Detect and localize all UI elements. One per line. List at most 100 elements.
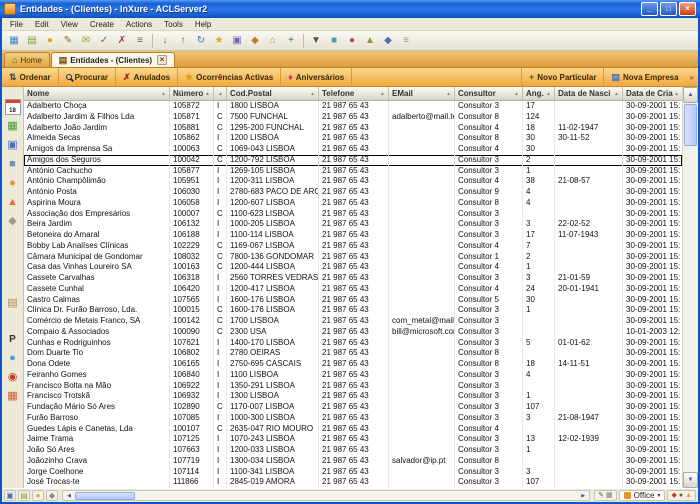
column-header-0[interactable]: Nome▲: [24, 87, 170, 100]
toolbar-icon-9[interactable]: ↓: [157, 33, 173, 49]
sidebar-icon-11[interactable]: ◉: [5, 369, 21, 385]
toolbar-icon-18[interactable]: ■: [326, 33, 342, 49]
table-row[interactable]: Amigos dos Seguros100042C1200-792 LISBOA…: [24, 155, 682, 166]
table-row[interactable]: Almeida Secas105862I1200 LISBOA21 987 65…: [24, 133, 682, 144]
status-group2-icon-2[interactable]: ●: [679, 492, 683, 499]
sidebar-icon-2[interactable]: ▦: [5, 118, 21, 134]
scrollbar-thumb[interactable]: [684, 104, 697, 146]
menu-help[interactable]: Help: [189, 19, 217, 30]
ordenar-button[interactable]: ⇅Ordenar: [2, 68, 59, 86]
menu-create[interactable]: Create: [84, 19, 120, 30]
toolbar-icon-1[interactable]: ▦: [6, 33, 22, 49]
toolbar-icon-5[interactable]: ✉: [78, 33, 94, 49]
table-row[interactable]: Amigos da Imprensa Sa100063C1069-043 LIS…: [24, 144, 682, 155]
office-dropdown[interactable]: Office ▾: [619, 490, 666, 501]
table-row[interactable]: Castro Calmas107565I1600-176 LISBOA21 98…: [24, 295, 682, 306]
table-row[interactable]: António Champôlimão105951I1200-311 LISBO…: [24, 176, 682, 187]
toolbar-icon-6[interactable]: ✓: [96, 33, 112, 49]
column-header-5[interactable]: EMail▲: [389, 87, 455, 100]
tab-close-icon[interactable]: ×: [157, 55, 167, 65]
table-row[interactable]: Beira Jardim106132I1000-205 LISBOA21 987…: [24, 219, 682, 230]
status-icon-3[interactable]: ●: [32, 490, 44, 501]
tab-entidades-clientes[interactable]: ▤Entidades - (Clientes)×: [51, 52, 175, 67]
menu-file[interactable]: File: [4, 19, 29, 30]
sidebar-icon-5[interactable]: ●: [5, 175, 21, 191]
nova-empresa-button[interactable]: ▤Nova Empresa: [603, 68, 685, 86]
horizontal-scrollbar[interactable]: ◀ ▶: [62, 490, 590, 501]
table-row[interactable]: Joãozinho Crava107719I1300-034 LISBOA21 …: [24, 456, 682, 467]
toolbar-icon-2[interactable]: ▤: [24, 33, 40, 49]
table-row[interactable]: Guedes Lápis e Canetas, Lda100107C2635-0…: [24, 424, 682, 435]
table-row[interactable]: Fundação Mário Só Ares102890C1170-007 LI…: [24, 402, 682, 413]
sidebar-icon-8[interactable]: ▤: [5, 295, 21, 311]
sidebar-icon-12[interactable]: ▦: [5, 388, 21, 404]
toolbar-icon-21[interactable]: ◆: [380, 33, 396, 49]
table-row[interactable]: Clínica Dr. Furão Barroso, Lda.100015C16…: [24, 305, 682, 316]
column-header-2[interactable]: T▲: [214, 87, 227, 100]
table-row[interactable]: Francisco Bolta na Mão106922I1350-291 LI…: [24, 381, 682, 392]
scroll-down-icon[interactable]: ▼: [683, 472, 698, 488]
vertical-scrollbar[interactable]: ▲ ▼: [682, 87, 698, 488]
table-row[interactable]: Aspirina Moura106058I1200-607 LISBOA21 9…: [24, 198, 682, 209]
column-header-6[interactable]: Consultor▲: [455, 87, 523, 100]
table-row[interactable]: Adalberto Choça105872I1800 LISBOA21 987 …: [24, 101, 682, 112]
column-header-7[interactable]: Ang.▲: [523, 87, 555, 100]
column-header-8[interactable]: Data de Nasci▲: [555, 87, 623, 100]
anulados-button[interactable]: ✗Anulados: [116, 68, 178, 86]
table-row[interactable]: Casa das Vinhas Loureiro SA100163C1200-4…: [24, 262, 682, 273]
tab-home[interactable]: ⌂Home: [4, 52, 50, 67]
toolbar-icon-8[interactable]: ≡: [132, 33, 148, 49]
table-row[interactable]: Adalberto João Jardim105881C1295-200 FUN…: [24, 123, 682, 134]
toolbar-icon-11[interactable]: ↻: [193, 33, 209, 49]
table-row[interactable]: José Trocas-te111866I2845-019 AMORA21 98…: [24, 477, 682, 488]
status-group2-icon-1[interactable]: ◆: [671, 492, 676, 499]
aniversarios-button[interactable]: ♦Aniversários: [281, 68, 352, 86]
table-row[interactable]: Francisco Trotskã106932I1300 LISBOA21 98…: [24, 391, 682, 402]
toolbar-icon-19[interactable]: ●: [344, 33, 360, 49]
grid-icon[interactable]: ▦: [606, 492, 613, 499]
table-row[interactable]: Câmara Municipal de Gondomar108032C7800-…: [24, 252, 682, 263]
menu-actions[interactable]: Actions: [120, 19, 158, 30]
scrollbar-track[interactable]: [683, 147, 698, 472]
letter-p-icon[interactable]: P: [5, 331, 21, 347]
table-row[interactable]: Bobby Lab Analíses Clínicas102229C1169-0…: [24, 241, 682, 252]
toolbar-icon-16[interactable]: +: [283, 33, 299, 49]
chevron-right-icon[interactable]: »: [686, 68, 698, 86]
toolbar-icon-12[interactable]: ★: [211, 33, 227, 49]
menu-tools[interactable]: Tools: [158, 19, 189, 30]
scroll-up-icon[interactable]: ▲: [683, 87, 698, 103]
menu-view[interactable]: View: [55, 19, 84, 30]
toolbar-icon-15[interactable]: ⌂: [265, 33, 281, 49]
scroll-right-icon[interactable]: ▶: [577, 493, 589, 499]
pencil-icon[interactable]: ✎: [598, 492, 604, 499]
table-row[interactable]: Cassete Cunhal106420I1200-417 LISBOA21 9…: [24, 284, 682, 295]
table-row[interactable]: Cassete Carvalhas106318I2560 TORRES VEDR…: [24, 273, 682, 284]
sidebar-icon-7[interactable]: ◆: [5, 213, 21, 229]
toolbar-icon-13[interactable]: ▣: [229, 33, 245, 49]
toolbar-icon-3[interactable]: ●: [42, 33, 58, 49]
toolbar-icon-22[interactable]: ≡: [398, 33, 414, 49]
column-header-3[interactable]: Cod.Postal▲: [227, 87, 319, 100]
calendar-icon[interactable]: 18: [5, 99, 21, 115]
table-row[interactable]: Furão Barroso107085I1000-300 LISBOA21 98…: [24, 413, 682, 424]
toolbar-icon-20[interactable]: ▲: [362, 33, 378, 49]
minimize-button[interactable]: _: [641, 2, 658, 16]
table-row[interactable]: Dona Odete106165I2750-695 CASCAIS21 987 …: [24, 359, 682, 370]
column-header-9[interactable]: Data de Criação▲: [623, 87, 682, 100]
table-row[interactable]: Jaime Trama107125I1070-243 LISBOA21 987 …: [24, 434, 682, 445]
sidebar-icon-3[interactable]: ▣: [5, 137, 21, 153]
table-row[interactable]: Associação dos Empresários100007C1100-62…: [24, 209, 682, 220]
table-row[interactable]: Jorge Coelhone107114I1100-341 LISBOA21 9…: [24, 467, 682, 478]
table-row[interactable]: Compaio & Associados100090C2300 USA21 98…: [24, 327, 682, 338]
table-row[interactable]: António Posta106030I2780-683 PACO DE ARC…: [24, 187, 682, 198]
menu-edit[interactable]: Edit: [29, 19, 55, 30]
sidebar-icon-4[interactable]: ■: [5, 156, 21, 172]
toolbar-icon-4[interactable]: ✎: [60, 33, 76, 49]
table-row[interactable]: Cunhas e Rodriguinhos107621I1400-170 LIS…: [24, 338, 682, 349]
table-row[interactable]: Comércio de Metais Franco, SA100142C1700…: [24, 316, 682, 327]
table-row[interactable]: Dom Duarte Tio106802I2780 OEIRAS21 987 6…: [24, 348, 682, 359]
ocorrencias-activas-button[interactable]: ★Ocorrências Activas: [178, 68, 281, 86]
procurar-button[interactable]: Procurar: [59, 68, 116, 86]
table-row[interactable]: Feiranho Gomes106840I1100 LISBOA21 987 6…: [24, 370, 682, 381]
sidebar-icon-6[interactable]: ▲: [5, 194, 21, 210]
